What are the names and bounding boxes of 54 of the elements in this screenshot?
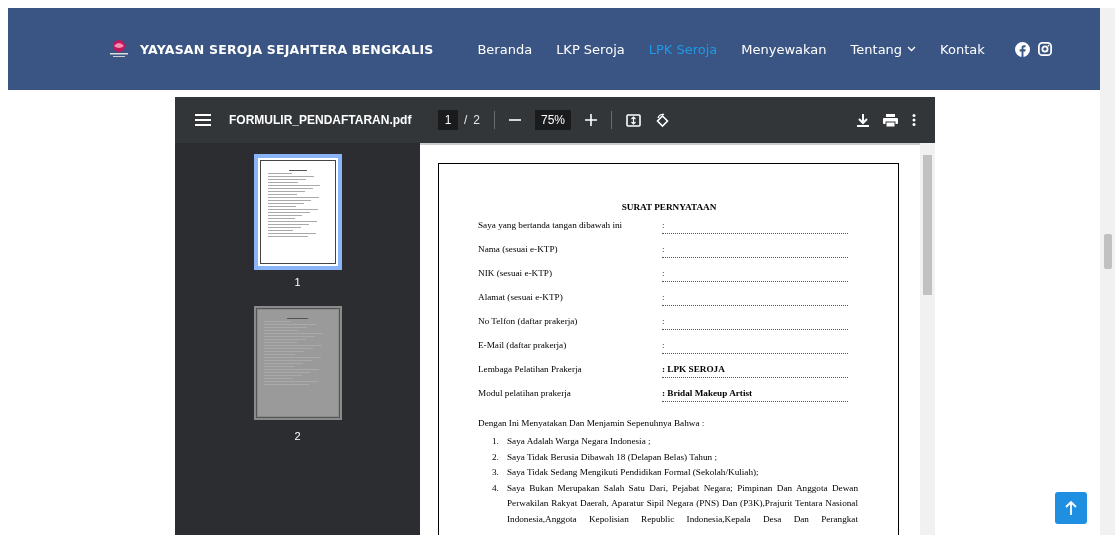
- more-options-icon[interactable]: [912, 114, 916, 126]
- facebook-icon[interactable]: [1014, 41, 1030, 57]
- download-icon[interactable]: [857, 113, 869, 127]
- file-name: FORMULIR_PENDAFTARAN.pdf: [229, 113, 413, 127]
- page-number-field[interactable]: 1: [438, 110, 458, 130]
- nav-link[interactable]: Menyewakan: [741, 41, 827, 57]
- fit-page-icon[interactable]: [626, 113, 642, 127]
- field-value: :: [662, 220, 848, 234]
- field-value: :: [662, 268, 848, 282]
- list-number: 2.: [492, 450, 500, 464]
- field-label: Nama (sesuai e-KTP): [478, 244, 559, 256]
- nav-link[interactable]: LKP Seroja: [556, 41, 625, 57]
- page-separator: /: [464, 113, 468, 127]
- statement-text: Saya Tidak Berusia Dibawah 18 (Delapan Belas) Tahun ;: [507, 450, 718, 464]
- zoom-field[interactable]: 75%: [535, 110, 572, 130]
- total-pages: 2: [473, 113, 481, 127]
- nav-link[interactable]: Kontak: [940, 41, 985, 57]
- page-number-label: 1: [294, 276, 301, 288]
- field-label: Alamat (sesuai e-KTP): [478, 292, 564, 304]
- menu-icon[interactable]: [195, 114, 211, 126]
- statement-intro: Dengan Ini Menyatakan Dan Menjamin Sepenuhnya Bahwa :: [478, 418, 706, 430]
- nav-link[interactable]: Beranda: [477, 41, 533, 57]
- field-label: Saya yang bertanda tangan dibawah ini: [478, 220, 624, 232]
- instagram-icon[interactable]: [1037, 42, 1052, 56]
- dropdown-link[interactable]: Tentang: [850, 41, 917, 57]
- field-label: Lembaga Pelatihan Prakerja: [478, 364, 583, 376]
- list-number: 4.: [492, 481, 500, 495]
- pdf-scrollbar[interactable]: [920, 143, 935, 535]
- field-value: :: [662, 292, 848, 306]
- print-icon[interactable]: [883, 113, 898, 127]
- back-to-top-button[interactable]: [1055, 492, 1087, 524]
- statement-text: Saya Tidak Sedang Mengikuti Pendidikan Formal (Sekolah/Kuliah);: [507, 466, 760, 479]
- page-scrollbar[interactable]: [1100, 8, 1115, 535]
- rotate-icon[interactable]: [655, 112, 671, 128]
- field-label: E-Mail (daftar prakerja): [478, 340, 568, 352]
- field-label: No Telfon (daftar prakerja): [478, 316, 579, 328]
- list-number: 1.: [492, 435, 500, 448]
- field-value: : Bridal Makeup Artist: [662, 388, 848, 402]
- field-value: :: [662, 316, 848, 330]
- caret-icon: [907, 46, 917, 52]
- document-title: SURAT PERNYATAAN: [620, 202, 718, 212]
- list-number: 3.: [492, 466, 500, 479]
- field-value: : LPK SEROJA: [662, 364, 848, 378]
- site-title[interactable]: YAYASAN SEROJA SEJAHTERA BENGKALIS: [140, 41, 434, 57]
- statement-text: Saya Adalah Warga Negara Indonesia ;: [507, 435, 652, 448]
- statement-text: Saya Bukan Merupakan Salah Satu Dari, Pejabat Negara; Pimpinan Dan Anggota Dewan Perwakilan Rakyat Daerah, Aparatur Sipil Negara (PNS) Dan (P3K),Prajurit Tentara Nasional Indonesia,Anggota Kepolisian Republic Indonesia,Kepala Desa Dan Perangkat: [507, 481, 858, 526]
- zoom-in-icon[interactable]: [585, 114, 598, 126]
- page-number-label: 2: [294, 430, 301, 442]
- up-arrow-icon: [1065, 501, 1077, 515]
- lotus-logo-icon[interactable]: [108, 38, 130, 60]
- field-value: :: [662, 244, 848, 258]
- field-value: :: [662, 340, 848, 354]
- field-label: Modul pelatihan prakerja: [478, 388, 572, 400]
- field-label: NIK (sesuai e-KTP): [478, 268, 553, 280]
